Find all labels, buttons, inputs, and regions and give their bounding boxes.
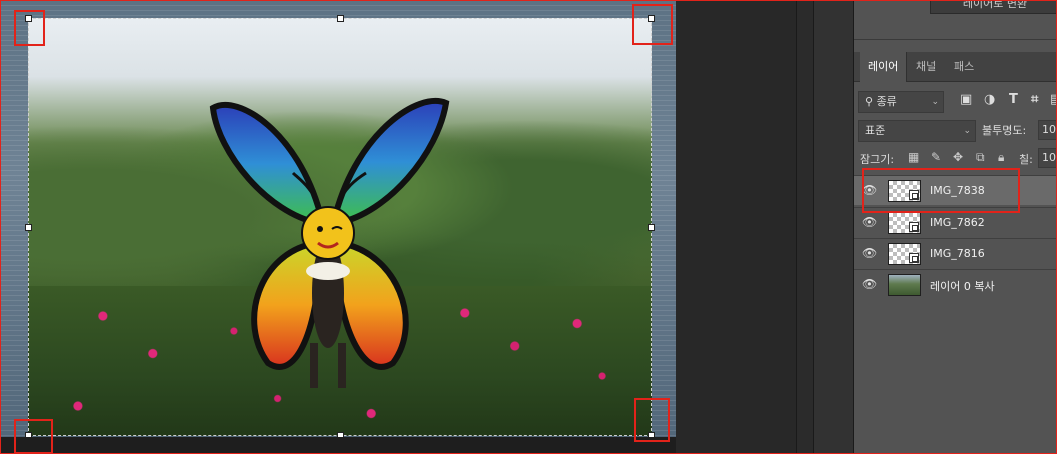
blend-mode-label: 표준	[865, 124, 886, 137]
properties-area: 레이어로 변환	[854, 0, 1057, 40]
eye-icon[interactable]: 👁︎	[862, 246, 878, 260]
panel-dock-strip	[796, 0, 813, 454]
highlight-selected-layer	[862, 168, 1020, 213]
layer-filter-row: ⚲ 종류 ⌄	[854, 88, 1057, 114]
layers-panel: 레이어로 변환 레이어 채널 패스 ⚲ 종류 ⌄ ▣ ◑ T ⌗ ▤ 표준 ⌄ …	[853, 0, 1057, 454]
filter-kind-label: 종류	[876, 95, 897, 108]
eye-icon[interactable]: 👁︎	[862, 277, 878, 291]
chevron-down-icon: ⌄	[963, 126, 971, 136]
eye-icon[interactable]: 👁︎	[862, 215, 878, 229]
adjustment-filter-icon[interactable]: ◑	[984, 92, 995, 108]
blend-row: 표준 ⌄ 불투명도: 100	[854, 118, 1057, 144]
search-icon: ⚲	[865, 95, 874, 108]
transform-handle-right[interactable]	[648, 224, 655, 231]
lock-image-pixels-icon[interactable]: ✎	[931, 150, 941, 164]
layer-row[interactable]: 👁︎ 레이어 0 복사	[854, 269, 1057, 299]
lock-label: 잠그기:	[860, 153, 895, 166]
smart-object-icon	[909, 253, 919, 263]
filter-kind-select[interactable]: ⚲ 종류 ⌄	[858, 91, 944, 113]
tab-channels[interactable]: 채널	[908, 52, 944, 82]
fill-input[interactable]: 100	[1038, 148, 1057, 168]
layer-thumbnail	[888, 212, 921, 234]
lock-artboard-icon[interactable]: ⧉	[976, 150, 985, 165]
type-filter-icon[interactable]: T	[1009, 92, 1018, 108]
panel-tabbar: 레이어 채널 패스	[854, 52, 1057, 82]
transform-handle-left[interactable]	[25, 224, 32, 231]
tab-layers[interactable]: 레이어	[860, 52, 908, 82]
blend-mode-select[interactable]: 표준 ⌄	[858, 120, 976, 142]
canvas-gutter	[0, 437, 676, 454]
opacity-input[interactable]: 100	[1038, 120, 1057, 140]
transform-handle-top[interactable]	[337, 15, 344, 22]
opacity-label: 불투명도:	[982, 124, 1027, 137]
highlight-bottom-right	[634, 398, 670, 442]
layer-name: IMG_7816	[930, 247, 985, 260]
chevron-down-icon: ⌄	[931, 97, 939, 107]
collapsed-panels-strip	[813, 0, 853, 454]
document-canvas[interactable]	[0, 0, 796, 454]
highlight-bottom-left	[14, 419, 53, 454]
layer-name: 레이어 0 복사	[930, 280, 995, 293]
lock-all-icon[interactable]: 🔒︎	[998, 150, 1004, 165]
smart-object-filter-icon[interactable]: ▤	[1050, 92, 1057, 108]
layer-thumbnail	[888, 243, 921, 265]
layer-name: IMG_7862	[930, 216, 985, 229]
transform-bounding-box[interactable]	[25, 15, 655, 439]
lock-position-icon[interactable]: ✥	[953, 150, 963, 164]
smart-object-icon	[909, 222, 919, 232]
highlight-top-left	[14, 10, 45, 46]
lock-transparent-pixels-icon[interactable]: ▦	[908, 150, 919, 164]
convert-to-layers-button[interactable]: 레이어로 변환	[930, 0, 1057, 14]
layer-row[interactable]: 👁︎ IMG_7816	[854, 238, 1057, 268]
fill-label: 칠:	[1019, 153, 1033, 166]
tab-paths[interactable]: 패스	[946, 52, 982, 82]
layer-thumbnail	[888, 274, 921, 296]
highlight-top-right	[632, 4, 673, 45]
image-filter-icon[interactable]: ▣	[960, 92, 972, 108]
shape-filter-icon[interactable]: ⌗	[1031, 92, 1038, 108]
